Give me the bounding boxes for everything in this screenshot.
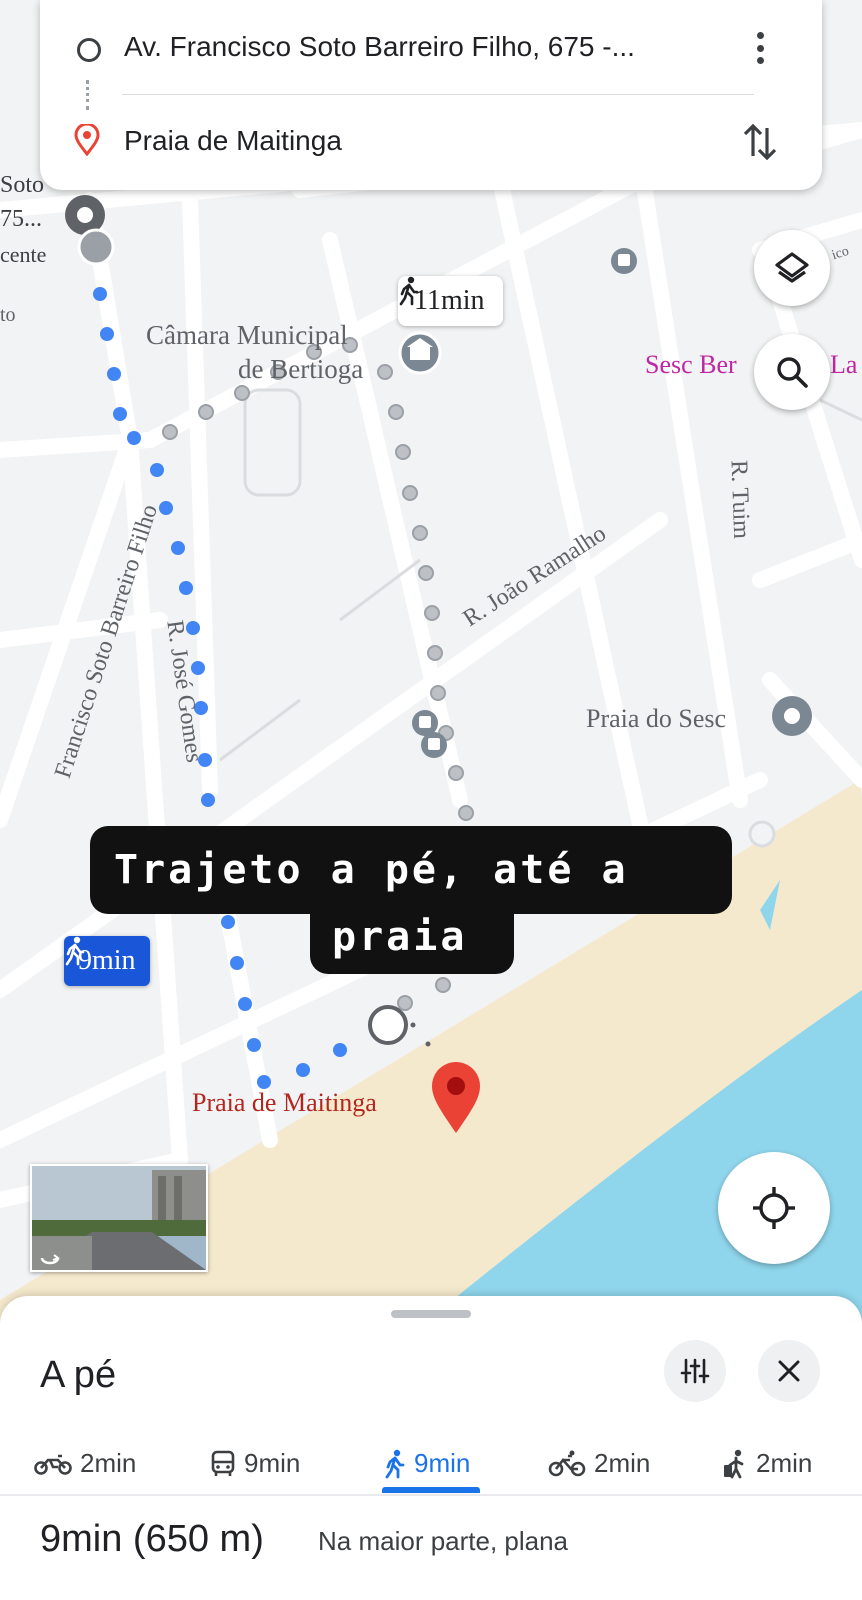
walk-icon — [65, 936, 85, 966]
tab-motorcycle[interactable]: 2min — [34, 1448, 136, 1479]
waypoint-circle — [368, 1005, 408, 1045]
alt-route-time: 11min — [414, 285, 485, 316]
travel-mode-title: A pé — [40, 1354, 117, 1396]
alt-route-time-bubble[interactable]: 11min — [398, 276, 503, 326]
tabs-divider — [0, 1494, 862, 1496]
roundabout — [748, 820, 776, 848]
origin-field[interactable]: Av. Francisco Soto Barreiro Filho, 675 -… — [124, 31, 635, 63]
route-time: 9min — [78, 945, 136, 976]
destination-pin-icon — [74, 124, 100, 156]
walking-time: 9min — [414, 1448, 471, 1478]
street-view-thumbnail[interactable] — [30, 1164, 208, 1272]
praia-do-sesc-marker — [772, 696, 812, 736]
motorcycle-time: 2min — [80, 1448, 137, 1478]
map-label-praia-de-maitinga[interactable]: Praia de Maitinga — [192, 1088, 377, 1118]
directions-search-card: Av. Francisco Soto Barreiro Filho, 675 -… — [40, 0, 822, 190]
tab-walking[interactable]: 9min — [384, 1448, 470, 1479]
map-label-camara-2[interactable]: de Bertioga — [238, 354, 363, 385]
more-options-icon[interactable] — [748, 28, 772, 68]
route-summary-time: 9min (650 m) — [40, 1518, 264, 1560]
camara-marker — [398, 331, 442, 375]
search-button[interactable] — [754, 334, 830, 410]
route-time-bubble[interactable]: 9min — [64, 936, 150, 986]
field-divider — [122, 94, 754, 95]
close-icon — [778, 1360, 800, 1382]
map-label-la[interactable]: La — [830, 350, 857, 380]
rideshare-time: 2min — [756, 1448, 813, 1478]
map-label-cente: cente — [0, 242, 47, 267]
origin-circle-icon — [77, 38, 101, 62]
street-view-image — [32, 1166, 206, 1270]
bicycle-icon — [548, 1450, 586, 1476]
close-button[interactable] — [758, 1340, 820, 1402]
map-label-soto: Soto — [0, 172, 45, 198]
map-label-sesc[interactable]: Sesc Ber — [645, 350, 737, 380]
search-icon — [777, 357, 808, 388]
my-location-icon — [753, 1187, 795, 1229]
swap-icon[interactable] — [740, 120, 780, 164]
selected-tab-indicator — [382, 1487, 480, 1493]
map-label-number: 75... — [0, 206, 42, 232]
route-connector-dots — [86, 80, 93, 110]
motorcycle-icon — [34, 1454, 72, 1475]
tune-icon — [680, 1358, 710, 1384]
layers-button[interactable] — [754, 230, 830, 306]
route-summary-note: Na maior parte, plana — [318, 1526, 569, 1556]
destination-field[interactable]: Praia de Maitinga — [124, 125, 342, 157]
walk-icon — [399, 276, 419, 306]
tab-rideshare[interactable]: 2min — [722, 1448, 812, 1479]
map-label-camara-1[interactable]: Câmara Municipal — [146, 320, 348, 351]
transit-icon — [211, 1450, 235, 1476]
rideshare-icon — [724, 1449, 744, 1478]
walk-icon — [385, 1449, 405, 1478]
final-walk-dots — [410, 1022, 431, 1047]
route-options-button[interactable] — [664, 1340, 726, 1402]
map-label-to: to — [0, 304, 16, 326]
caption-line-1: Trajeto a pé, até a — [90, 826, 732, 914]
tab-bicycle[interactable]: 2min — [548, 1448, 650, 1479]
map-label-praia-do-sesc[interactable]: Praia do Sesc — [586, 704, 726, 734]
caption-line-2: praia — [310, 906, 514, 974]
layers-icon — [775, 252, 809, 283]
sheet-drag-handle[interactable] — [391, 1310, 471, 1318]
transit-time: 9min — [244, 1448, 301, 1478]
street-label-r-tuim: R. Tuim — [725, 459, 755, 540]
my-location-button[interactable] — [718, 1152, 830, 1264]
tab-transit[interactable]: 9min — [210, 1448, 300, 1479]
bicycle-time: 2min — [594, 1448, 651, 1478]
